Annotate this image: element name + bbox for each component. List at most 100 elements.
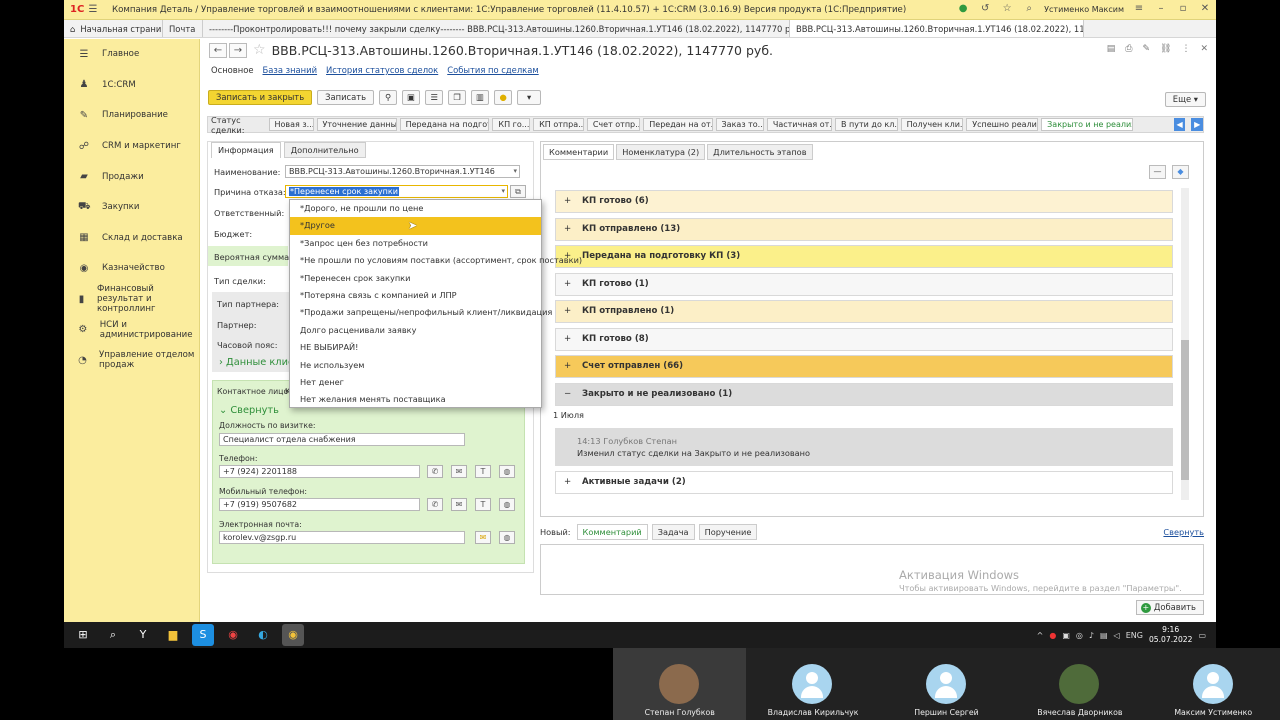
minimize-icon[interactable]: – <box>1154 2 1168 16</box>
stage-clarify[interactable]: Уточнение данны... <box>316 118 397 131</box>
stage-partial[interactable]: Частичная от... <box>766 118 833 131</box>
comment-group[interactable]: + КП отправлено (13) <box>555 218 1173 241</box>
report-icon[interactable]: ▤ <box>1107 44 1116 54</box>
stage-invoice-sent[interactable]: Счет отпр... <box>586 118 641 131</box>
app-tray-icon[interactable]: ▣ <box>1062 631 1070 640</box>
tab-new-assignment[interactable]: Поручение <box>698 524 758 540</box>
open-icon[interactable]: ⧉ <box>510 185 526 198</box>
sidebar-item-sales[interactable]: ▰ Продажи <box>64 161 199 192</box>
record-icon[interactable]: ● <box>1049 631 1056 640</box>
idea-icon[interactable]: ● <box>494 89 513 105</box>
dropdown-option[interactable]: *Запрос цен без потребности <box>290 235 541 252</box>
structure-icon[interactable]: ▣ <box>402 89 421 105</box>
notification-icon[interactable]: ● <box>956 2 970 16</box>
attach-icon[interactable]: ⚲ <box>379 89 398 105</box>
maximize-icon[interactable]: ▫ <box>1176 2 1190 16</box>
comment-group[interactable]: + КП готово (6) <box>555 190 1173 213</box>
chevron-down-icon[interactable]: ▾ <box>501 186 505 197</box>
favorite-star-icon[interactable]: ☆ <box>253 42 266 58</box>
clock[interactable]: 9:16 05.07.2022 <box>1149 625 1192 645</box>
tab-deal[interactable]: ВВВ.РСЦ-313.Автошины.1260.Вторичная.1.УТ… <box>790 20 1084 37</box>
call-icon[interactable]: ✆ <box>427 498 443 511</box>
scrollbar-thumb[interactable] <box>1181 340 1189 480</box>
stage-kp-sent[interactable]: КП отпра... <box>533 118 584 131</box>
sidebar-item-main[interactable]: ☰ Главное <box>64 39 199 70</box>
tab-additional[interactable]: Дополнительно <box>283 142 366 158</box>
collapse-all-button[interactable]: — <box>1149 165 1166 179</box>
sidebar-item-purchases[interactable]: ⛟ Закупки <box>64 192 199 223</box>
dropdown-option[interactable]: *Дорого, не прошли по цене <box>290 200 541 217</box>
comment-group[interactable]: − Закрыто и не реализовано (1) <box>555 383 1173 406</box>
camera-icon[interactable]: ◎ <box>1076 631 1083 640</box>
comment-group[interactable]: + Передана на подготовку КП (3) <box>555 245 1173 268</box>
tab-deal-control[interactable]: --------Проконтролировать!!! почему закр… <box>203 20 790 37</box>
more-button[interactable]: Еще ▾ <box>1164 92 1206 107</box>
skype-icon[interactable]: S <box>192 624 214 646</box>
document-icon[interactable]: ▥ <box>471 89 490 105</box>
tab-info[interactable]: Информация <box>211 142 281 158</box>
comment-group[interactable]: + Счет отправлен (66) <box>555 355 1173 378</box>
tab-comments[interactable]: Комментарии <box>543 144 615 160</box>
email-field[interactable]: korolev.v@zsgp.ru <box>219 531 465 544</box>
comment-group[interactable]: + КП отправлено (1) <box>555 300 1173 323</box>
stage-prepare[interactable]: Передана на подгот... <box>399 118 490 131</box>
chevron-up-icon[interactable]: ^ <box>1037 631 1044 640</box>
sms-icon[interactable]: ✉ <box>451 498 467 511</box>
comment-group[interactable]: + КП готово (8) <box>555 328 1173 351</box>
mail-icon[interactable]: ✉ <box>475 531 491 544</box>
sidebar-item-finance[interactable]: ▮ Финансовый результат и контроллинг <box>64 284 199 315</box>
save-close-button[interactable]: Записать и закрыть <box>208 89 313 105</box>
tab-nomenclature[interactable]: Номенклатура (2) <box>616 144 706 160</box>
copy-icon[interactable]: ❐ <box>448 89 467 105</box>
stage-in-transit[interactable]: В пути до кл... <box>835 118 898 131</box>
tab-new-comment[interactable]: Комментарий <box>576 524 648 540</box>
volume-icon[interactable]: ◁ <box>1114 631 1120 640</box>
dropdown-option[interactable]: Нет желания менять поставщика <box>290 391 541 408</box>
clear-icon[interactable]: ◍ <box>499 465 515 478</box>
settings-menu-icon[interactable]: ≡ <box>1132 2 1146 16</box>
sidebar-item-marketing[interactable]: ☍ CRM и маркетинг <box>64 131 199 162</box>
search-icon[interactable]: ⌕ <box>1022 2 1036 16</box>
stage-kp-ready[interactable]: КП го... <box>492 118 531 131</box>
close-icon[interactable]: ✕ <box>1198 2 1212 16</box>
expand-all-button[interactable]: ◆ <box>1172 165 1189 179</box>
edge-icon[interactable]: ◐ <box>252 624 274 646</box>
link-status-history[interactable]: История статусов сделок <box>326 65 438 75</box>
comment-group[interactable]: + КП готово (1) <box>555 273 1173 296</box>
dropdown-menu-button[interactable]: ▾ <box>517 89 542 105</box>
tab-stage-duration[interactable]: Длительность этапов <box>707 144 813 160</box>
microphone-icon[interactable]: ♪ <box>1089 631 1094 640</box>
more-vertical-icon[interactable]: ⋮ <box>1181 44 1190 54</box>
stage-success[interactable]: Успешно реали... <box>966 118 1039 131</box>
tab-home[interactable]: ⌂ Начальная страница <box>64 20 163 37</box>
stage-prev-button[interactable]: ◀ <box>1173 118 1186 131</box>
current-user[interactable]: Устименко Максим <box>1044 5 1124 14</box>
stage-order[interactable]: Заказ то... <box>715 118 764 131</box>
sidebar-item-crm[interactable]: ♟ 1С:CRM <box>64 70 199 101</box>
clear-icon[interactable]: ◍ <box>499 498 515 511</box>
add-button[interactable]: + Добавить <box>1135 600 1204 615</box>
link-deal-events[interactable]: События по сделкам <box>447 65 538 75</box>
active-tasks-group[interactable]: + Активные задачи (2) <box>555 471 1173 494</box>
tab-mail[interactable]: Почта✕ <box>163 20 203 37</box>
dropdown-option[interactable]: Нет денег <box>290 374 541 391</box>
comments-scrollbar[interactable] <box>1181 188 1189 500</box>
name-field[interactable]: ВВВ.РСЦ-313.Автошины.1260.Вторичная.1.УТ… <box>285 165 520 178</box>
reason-field[interactable]: *Перенесен срок закупки ▾ <box>285 185 508 198</box>
collapse-link[interactable]: Свернуть <box>1163 527 1204 537</box>
participant-tile[interactable]: Першин Сергей <box>879 648 1014 720</box>
stage-next-button[interactable]: ▶ <box>1191 118 1203 131</box>
print-icon[interactable]: ⎙ <box>1125 44 1132 54</box>
text-icon[interactable]: T <box>475 498 491 511</box>
stage-new[interactable]: Новая з... <box>268 118 314 131</box>
dropdown-option[interactable]: *Не прошли по условиям поставки (ассорти… <box>290 252 582 269</box>
clear-icon[interactable]: ◍ <box>499 531 515 544</box>
chevron-down-icon[interactable]: ▾ <box>513 166 517 177</box>
stage-received[interactable]: Получен кли... <box>900 118 964 131</box>
dropdown-option[interactable]: *Перенесен срок закупки <box>290 270 541 287</box>
text-icon[interactable]: T <box>475 465 491 478</box>
dropdown-option[interactable]: Не используем <box>290 357 541 374</box>
call-icon[interactable]: ✆ <box>427 465 443 478</box>
participant-tile[interactable]: Владислав Кирильчук <box>746 648 880 720</box>
link-knowledge-base[interactable]: База знаний <box>262 65 317 75</box>
